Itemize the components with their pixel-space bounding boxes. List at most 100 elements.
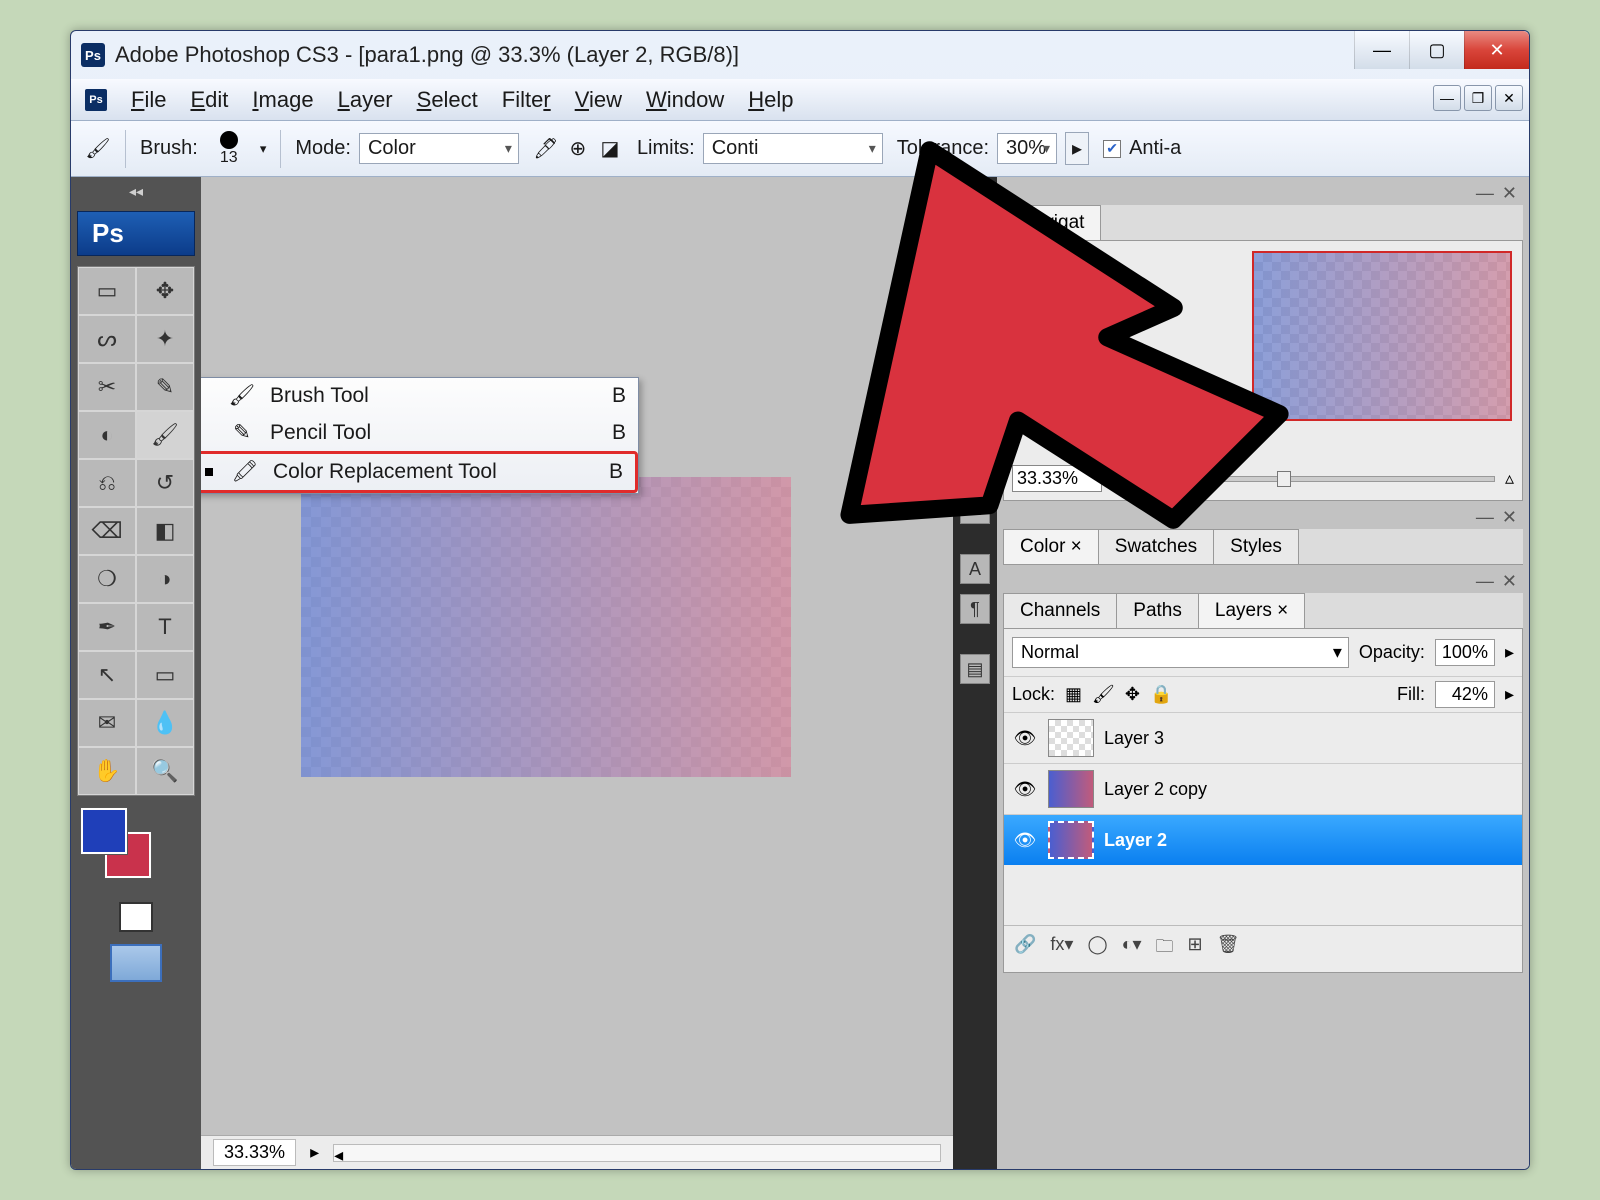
opacity-input[interactable]: 100% xyxy=(1435,639,1495,666)
lock-all-icon[interactable]: 🔒 xyxy=(1150,684,1172,705)
layer-mask-icon[interactable]: ◯ xyxy=(1087,934,1107,964)
lasso-tool[interactable]: ᔕ xyxy=(78,315,136,363)
collapse-arrows-icon[interactable]: ◂◂ xyxy=(71,177,201,205)
maximize-button[interactable]: ▢ xyxy=(1409,31,1464,69)
layer-row[interactable]: 👁 Layer 2 copy xyxy=(1004,763,1522,814)
tab-swatches[interactable]: Swatches xyxy=(1098,529,1214,564)
layer-row[interactable]: 👁 Layer 2 xyxy=(1004,814,1522,865)
panel-minimize-icon[interactable]: — xyxy=(1476,571,1494,593)
quickmask-standard[interactable] xyxy=(119,902,153,932)
menu-edit[interactable]: Edit xyxy=(190,87,228,113)
menu-image[interactable]: Image xyxy=(252,87,313,113)
brush-tool[interactable]: 🖌 xyxy=(136,411,194,459)
mdi-minimize[interactable]: — xyxy=(1433,85,1461,111)
eyedropper-tool[interactable]: 💧 xyxy=(136,699,194,747)
opacity-stepper[interactable]: ▸ xyxy=(1505,642,1514,663)
foreground-color-swatch[interactable] xyxy=(81,808,127,854)
menu-layer[interactable]: Layer xyxy=(338,87,393,113)
blend-mode-dropdown[interactable]: Normal xyxy=(1012,637,1349,668)
zoom-in-icon[interactable]: ▵ xyxy=(1505,468,1514,489)
link-layers-icon[interactable]: 🔗 xyxy=(1014,934,1036,964)
rectangle-tool[interactable]: ▭ xyxy=(136,651,194,699)
fill-input[interactable]: 42% xyxy=(1435,681,1495,708)
menu-view[interactable]: View xyxy=(575,87,622,113)
status-zoom[interactable]: 33.33% xyxy=(213,1139,296,1166)
panel-minimize-icon[interactable]: — xyxy=(1476,183,1494,205)
menu-select[interactable]: Select xyxy=(417,87,478,113)
new-layer-icon[interactable]: ⊞ xyxy=(1188,934,1203,964)
sampling-once-icon[interactable]: ⊕ xyxy=(565,136,591,162)
magic-wand-tool[interactable]: ✦ xyxy=(136,315,194,363)
titlebar[interactable]: Ps Adobe Photoshop CS3 - [para1.png @ 33… xyxy=(71,31,1529,79)
sampling-continuous-icon[interactable]: 🖊 xyxy=(533,136,559,162)
visibility-icon[interactable]: 👁 xyxy=(1012,779,1038,800)
eraser-tool[interactable]: ⌫ xyxy=(78,507,136,555)
layer-row[interactable]: 👁 Layer 3 xyxy=(1004,712,1522,763)
flyout-brush-tool[interactable]: 🖌 Brush Tool B xyxy=(201,378,638,414)
tolerance-input[interactable]: 30% xyxy=(997,133,1057,164)
path-selection-tool[interactable]: ↖ xyxy=(78,651,136,699)
crop-tool[interactable]: ✂ xyxy=(78,363,136,411)
panel-close-icon[interactable]: ✕ xyxy=(1502,183,1517,205)
visibility-icon[interactable]: 👁 xyxy=(1012,728,1038,749)
flyout-color-replacement-tool[interactable]: 🖍 Color Replacement Tool B xyxy=(201,451,638,493)
menu-filter[interactable]: Filter xyxy=(502,87,551,113)
menu-help[interactable]: Help xyxy=(748,87,793,113)
slice-tool[interactable]: ✎ xyxy=(136,363,194,411)
lock-pixels-icon[interactable]: 🖌 xyxy=(1092,684,1115,705)
layer-thumbnail[interactable] xyxy=(1048,770,1094,808)
fill-stepper[interactable]: ▸ xyxy=(1505,684,1514,705)
lock-transparency-icon[interactable]: ▦ xyxy=(1065,684,1082,705)
blur-tool[interactable]: ❍ xyxy=(78,555,136,603)
mode-dropdown[interactable]: Color xyxy=(359,133,519,164)
dock-paragraph-icon[interactable]: ¶ xyxy=(960,594,990,624)
navigator-thumbnail[interactable] xyxy=(1252,251,1512,421)
navigator-zoom-input[interactable] xyxy=(1012,465,1102,492)
minimize-button[interactable]: — xyxy=(1354,31,1409,69)
antialias-checkbox[interactable]: ✔ xyxy=(1103,140,1121,158)
hand-tool[interactable]: ✋ xyxy=(78,747,136,795)
color-swatches[interactable] xyxy=(81,808,191,888)
adjustment-layer-icon[interactable]: ◐▾ xyxy=(1122,934,1142,964)
doc-info-icon[interactable]: ▸ xyxy=(310,1142,319,1163)
zoom-tool[interactable]: 🔍 xyxy=(136,747,194,795)
close-button[interactable]: ✕ xyxy=(1464,31,1529,69)
expand-arrows-icon[interactable]: ▸▸ xyxy=(968,197,982,214)
brush-preset-dropdown[interactable]: 13 xyxy=(206,131,252,167)
dodge-tool[interactable]: ◑ xyxy=(136,555,194,603)
flyout-pencil-tool[interactable]: ✎ Pencil Tool B xyxy=(201,414,638,451)
zoom-out-icon[interactable]: ▿ xyxy=(1112,468,1121,489)
document-canvas[interactable] xyxy=(301,477,791,777)
layer-thumbnail[interactable] xyxy=(1048,821,1094,859)
notes-tool[interactable]: ✉ xyxy=(78,699,136,747)
tolerance-stepper[interactable]: ▸ xyxy=(1065,132,1089,165)
visibility-icon[interactable]: 👁 xyxy=(1012,830,1038,851)
lock-position-icon[interactable]: ✥ xyxy=(1125,684,1140,705)
type-tool[interactable]: T xyxy=(136,603,194,651)
menu-window[interactable]: Window xyxy=(646,87,724,113)
clone-stamp-tool[interactable]: ⎌ xyxy=(78,459,136,507)
tab-styles[interactable]: Styles xyxy=(1213,529,1299,564)
mdi-close[interactable]: ✕ xyxy=(1495,85,1523,111)
screen-mode[interactable] xyxy=(110,944,162,982)
horizontal-scrollbar[interactable]: ◂ xyxy=(333,1144,941,1162)
delete-layer-icon[interactable]: 🗑 xyxy=(1217,934,1240,964)
layer-thumbnail[interactable] xyxy=(1048,719,1094,757)
history-brush-tool[interactable]: ↺ xyxy=(136,459,194,507)
tab-channels[interactable]: Channels xyxy=(1003,593,1117,628)
pen-tool[interactable]: ✒ xyxy=(78,603,136,651)
navigator-zoom-slider[interactable] xyxy=(1131,476,1495,482)
panel-close-icon[interactable]: ✕ xyxy=(1502,507,1517,529)
move-tool[interactable]: ✥ xyxy=(136,267,194,315)
sampling-swatch-icon[interactable]: ◪ xyxy=(597,136,623,162)
tool-preset-icon[interactable]: 🖌 xyxy=(85,136,111,162)
layer-style-icon[interactable]: fx▾ xyxy=(1050,934,1073,964)
tab-layers[interactable]: Layers × xyxy=(1198,593,1305,628)
limits-dropdown[interactable]: Conti xyxy=(703,133,883,164)
mdi-restore[interactable]: ❐ xyxy=(1464,85,1492,111)
tab-paths[interactable]: Paths xyxy=(1116,593,1199,628)
dock-character-icon[interactable]: A xyxy=(960,554,990,584)
tab-color[interactable]: Color × xyxy=(1003,529,1099,564)
canvas-area[interactable]: 🖌 Brush Tool B ✎ Pencil Tool B 🖍 Color R… xyxy=(201,177,953,1169)
menu-file[interactable]: File xyxy=(131,87,166,113)
